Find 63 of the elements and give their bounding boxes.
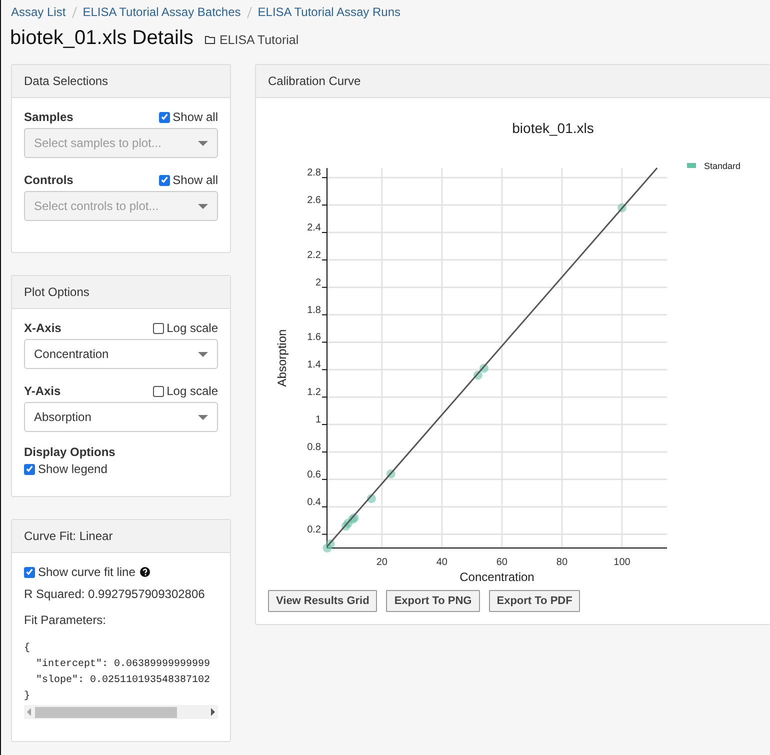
- caret-icon: [198, 352, 208, 356]
- x-tick-label: 60: [496, 557, 508, 568]
- page-title: biotek_01.xls Details: [10, 27, 194, 50]
- caret-icon: [198, 204, 208, 208]
- curve-fit-checkbox[interactable]: Show curve fit line: [24, 565, 136, 579]
- show-legend-checkbox[interactable]: Show legend: [24, 462, 108, 476]
- select-dropdown[interactable]: Concentration: [24, 339, 218, 369]
- checkmark-icon: [160, 112, 169, 122]
- y-tick-label: 0.4: [307, 496, 321, 508]
- checkmark-icon: [25, 464, 34, 474]
- x-tick-label: 100: [614, 557, 630, 568]
- y-tick-label: 1.2: [307, 387, 321, 398]
- help-icon[interactable]: [140, 567, 150, 577]
- breadcrumb-link[interactable]: ELISA Tutorial Assay Runs: [258, 5, 401, 19]
- y-tick-label: 2.8: [307, 168, 321, 179]
- checkmark-icon: [160, 175, 169, 185]
- code-line: "intercept": 0.06389999999999: [35, 658, 212, 672]
- breadcrumb-link[interactable]: ELISA Tutorial Assay Batches: [82, 5, 241, 19]
- action-button[interactable]: Export To PDF: [488, 590, 580, 612]
- y-tick-label: 2.6: [307, 195, 321, 206]
- x-tick-label: 40: [436, 557, 448, 568]
- y-tick-label: 0.8: [307, 442, 321, 453]
- code-line: "slope": 0.025110193548387102: [35, 674, 212, 688]
- y-tick-label: 1.6: [307, 332, 321, 344]
- panel-header: Plot Options: [12, 276, 230, 309]
- y-tick-label: 0.6: [307, 469, 321, 480]
- log-scale-checkbox[interactable]: Log scale: [152, 384, 218, 398]
- log-scale-checkbox[interactable]: Log scale: [152, 321, 218, 335]
- y-tick-label: 2.2: [307, 250, 321, 261]
- folder-name: ELISA Tutorial: [219, 33, 299, 47]
- legend-label: Standard: [704, 161, 741, 171]
- y-tick-label: 1.4: [307, 360, 321, 371]
- panel-header: Curve Fit: Linear: [12, 520, 230, 553]
- code-line: {: [24, 642, 32, 656]
- x-tick-label: 20: [376, 557, 388, 568]
- checkmark-icon: [25, 567, 34, 577]
- folder-icon: [205, 35, 216, 44]
- panel-header: Calibration Curve: [256, 65, 770, 98]
- code-line: }: [24, 690, 32, 704]
- y-tick-label: 2: [315, 277, 321, 288]
- panel-header: Data Selections: [12, 65, 230, 98]
- field-label: Y-Axis: [24, 384, 61, 398]
- y-tick-label: 1.8: [307, 304, 321, 316]
- field-label: Display Options: [24, 445, 116, 459]
- field-label: Samples: [24, 110, 74, 124]
- chart-title: biotek_01.xls: [512, 120, 594, 136]
- caret-icon: [198, 414, 208, 420]
- y-tick-label: 2.4: [307, 222, 321, 234]
- select-dropdown[interactable]: Absorption: [24, 402, 218, 432]
- breadcrumb-link[interactable]: Assay List: [11, 5, 66, 19]
- y-tick-label: 1: [315, 414, 321, 426]
- action-button[interactable]: View Results Grid: [268, 590, 378, 612]
- action-button[interactable]: Export To PNG: [386, 590, 480, 612]
- x-tick-label: 80: [556, 557, 568, 568]
- field-label: X-Axis: [24, 321, 62, 335]
- caret-icon: [198, 140, 208, 146]
- y-axis-title: Absorption: [275, 329, 289, 387]
- y-tick-label: 0.2: [307, 524, 321, 536]
- field-label: Controls: [24, 173, 74, 187]
- x-axis-title: Concentration: [460, 570, 534, 584]
- horizontal-scrollbar[interactable]: [24, 705, 218, 719]
- fit-parameters-label: Fit Parameters:: [24, 613, 108, 627]
- r-squared-text: R Squared: 0.9927957909302806: [24, 587, 206, 601]
